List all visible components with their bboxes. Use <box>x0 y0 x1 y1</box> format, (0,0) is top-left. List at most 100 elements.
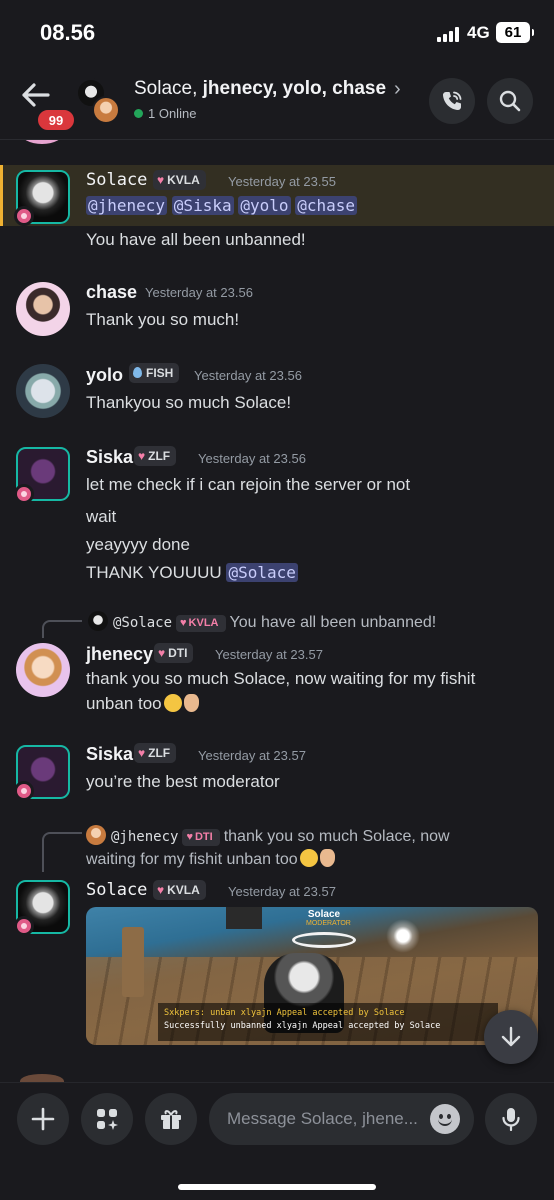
avatar-jhenecy[interactable] <box>16 643 70 697</box>
username-yolo[interactable]: yolo <box>86 365 123 386</box>
username-chase[interactable]: chase <box>86 282 137 303</box>
server-tag-label: KVLA <box>167 173 200 187</box>
server-tag: FISH <box>129 363 180 383</box>
message-feed[interactable]: Solace ♥ KVLA Yesterday at 23.55 @jhenecy… <box>0 140 554 1082</box>
reply-username: @jhenecy <box>111 829 179 845</box>
server-tag: ♥ ZLF <box>134 743 177 763</box>
timestamp: Yesterday at 23.56 <box>194 368 302 383</box>
reply-preview-line2[interactable]: waiting for my fishit unban too <box>86 849 335 869</box>
status-bar: 08.56 4G 61 <box>0 0 554 66</box>
apps-button[interactable] <box>81 1093 133 1145</box>
username-jhenecy[interactable]: jhenecy <box>86 644 153 665</box>
username-solace[interactable]: Solace <box>86 170 147 190</box>
pleading-face-emoji-icon <box>163 694 182 712</box>
reply-text: thank you so much Solace, now <box>223 828 450 845</box>
server-tag-label: KVLA <box>167 883 200 897</box>
attached-screenshot[interactable]: Solace MODERATOR Sxkpers: unban xlyajn A… <box>86 907 538 1045</box>
server-tag: ♥ ZLF <box>134 446 177 466</box>
reply-username: @Solace <box>113 615 173 631</box>
game-log-line: Sxkpers: unban xlyajn Appeal accepted by… <box>164 1007 492 1020</box>
heart-icon: ♥ <box>180 617 187 629</box>
heart-icon: ♥ <box>157 883 165 897</box>
group-avatar-secondary <box>92 96 120 124</box>
timestamp: Yesterday at 23.56 <box>145 285 253 300</box>
server-tag-label: ZLF <box>148 746 171 760</box>
reply-connector <box>42 620 82 638</box>
reply-tag-label: DTI <box>194 831 213 843</box>
heart-icon: ♥ <box>138 449 146 463</box>
heart-icon: ♥ <box>138 746 146 760</box>
search-button[interactable] <box>487 78 533 124</box>
message-text: yeayyyy done <box>86 535 190 554</box>
timestamp: Yesterday at 23.55 <box>228 174 336 189</box>
reply-text: waiting for my fishit unban too <box>86 851 298 868</box>
apps-icon <box>97 1109 118 1130</box>
reply-tag: ♥ KVLA <box>176 615 226 632</box>
timestamp: Yesterday at 23.57 <box>228 884 336 899</box>
mention-siska[interactable]: @Siska <box>171 196 234 215</box>
gift-icon <box>161 1110 181 1129</box>
emoji-icon[interactable] <box>430 1104 460 1134</box>
channel-title-first: Solace, <box>134 78 198 99</box>
game-post-graphic <box>122 927 144 997</box>
mention-solace[interactable]: @Solace <box>226 563 298 582</box>
game-player-title: MODERATOR <box>306 920 351 927</box>
reply-tag: ♥ DTI <box>182 829 220 846</box>
game-sign-graphic <box>226 907 262 929</box>
phone-icon <box>443 91 462 110</box>
reply-connector <box>42 832 82 872</box>
status-time: 08.56 <box>40 20 96 45</box>
timestamp: Yesterday at 23.57 <box>198 748 306 763</box>
game-effect-graphic <box>386 919 420 953</box>
chevron-right-icon[interactable]: › <box>394 78 401 101</box>
voice-message-button[interactable] <box>485 1093 537 1145</box>
reply-text: You have all been unbanned! <box>229 614 437 631</box>
call-button[interactable] <box>429 78 475 124</box>
mention-chase[interactable]: @chase <box>295 196 358 215</box>
message-text: unban too <box>86 694 162 713</box>
server-tag: ♥ KVLA <box>153 170 206 190</box>
avatar-chase[interactable] <box>16 282 70 336</box>
reply-preview[interactable]: @Solace ♥ KVLA You have all been unbanned! <box>88 611 436 632</box>
timestamp: Yesterday at 23.57 <box>215 647 323 662</box>
game-log-line: Successfully unbanned xlyajn Appeal acce… <box>164 1021 441 1031</box>
server-tag-label: FISH <box>146 366 174 380</box>
message-text: Thank you so much! <box>86 310 240 329</box>
avatar-yolo[interactable] <box>16 364 70 418</box>
crossed-fingers-emoji-icon <box>183 694 199 712</box>
reply-preview[interactable]: @jhenecy ♥ DTI thank you so much Solace, no… <box>86 825 450 846</box>
channel-title[interactable]: Solace, jhenecy, yolo, chase <box>134 78 386 100</box>
jump-to-present-button[interactable] <box>484 1010 538 1064</box>
home-indicator <box>178 1184 376 1190</box>
signal-icon <box>437 26 463 42</box>
message-input-wrapper <box>209 1093 474 1145</box>
online-dot <box>134 109 143 118</box>
network-type: 4G <box>467 23 490 42</box>
mic-icon <box>502 1108 520 1131</box>
message-text: wait <box>86 507 117 526</box>
username-solace[interactable]: Solace <box>86 880 147 900</box>
game-halo-graphic <box>292 932 356 948</box>
gift-button[interactable] <box>145 1093 197 1145</box>
message-input[interactable] <box>227 1093 427 1145</box>
username-siska[interactable]: Siska <box>86 744 133 765</box>
message-text: You have all been unbanned! <box>86 230 306 249</box>
back-arrow-icon <box>22 83 50 107</box>
username-siska[interactable]: Siska <box>86 447 133 468</box>
game-chat-log: Sxkpers: unban xlyajn Appeal accepted by… <box>158 1003 498 1041</box>
message-text: THANK YOUUUU <box>86 563 222 582</box>
avatar-decoration-icon <box>14 484 34 504</box>
crossed-fingers-emoji-icon <box>319 849 335 867</box>
message-composer <box>0 1082 554 1200</box>
attach-button[interactable] <box>17 1093 69 1145</box>
message-text: thank you so much Solace, now waiting fo… <box>86 669 476 688</box>
message-text: let me check if i can rejoin the server … <box>86 475 411 494</box>
reply-tag-label: KVLA <box>188 617 219 629</box>
server-tag-label: ZLF <box>148 449 171 463</box>
mention-yolo[interactable]: @yolo <box>238 196 291 215</box>
unread-badge: 99 <box>36 108 76 132</box>
game-log-text: unban xlyajn Appeal accepted by Solace <box>204 1008 405 1018</box>
pleading-face-emoji-icon <box>299 849 318 867</box>
avatar-decoration-icon <box>14 781 34 801</box>
mention-jhenecy[interactable]: @jhenecy <box>86 196 168 215</box>
